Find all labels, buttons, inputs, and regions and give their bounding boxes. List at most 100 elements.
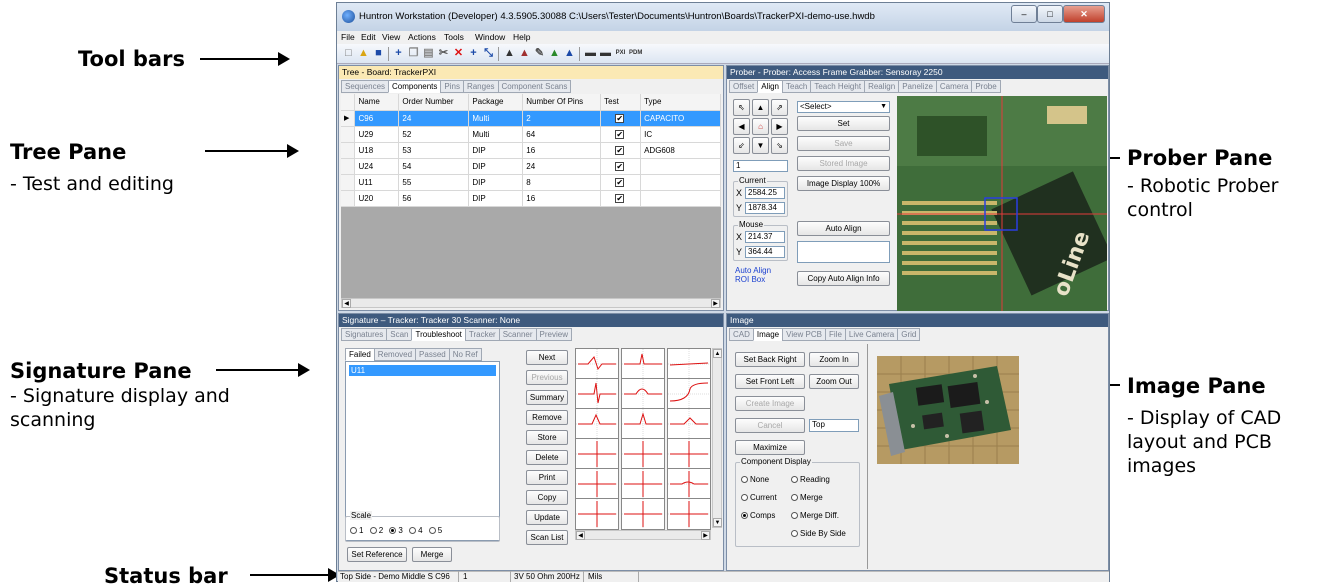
tab-panelize[interactable]: Panelize — [898, 80, 937, 93]
radio-merge-diff[interactable] — [791, 512, 798, 519]
tab-tracker[interactable]: Tracker — [464, 328, 500, 341]
delete-icon[interactable]: ✕ — [452, 47, 465, 60]
menu-file[interactable]: File — [341, 32, 355, 42]
set-button[interactable]: Set — [797, 116, 890, 131]
move-icon[interactable]: ⤡ — [482, 47, 495, 60]
scan-list-button[interactable]: Scan List — [526, 530, 568, 545]
tab-failed[interactable]: Failed — [345, 348, 375, 361]
scale-radio-4[interactable] — [409, 527, 417, 534]
update-button[interactable]: Update — [526, 510, 568, 525]
scroll-left-icon[interactable]: ◀ — [576, 531, 585, 540]
test-checkbox[interactable]: ✔ — [615, 161, 625, 171]
tab-cad[interactable]: CAD — [729, 328, 754, 341]
signature-horizontal-scrollbar[interactable]: ◀ ▶ — [575, 530, 711, 540]
align-select[interactable]: <Select> ▼ — [797, 101, 890, 113]
signature-thumbnail[interactable] — [575, 438, 619, 470]
menu-actions[interactable]: Actions — [408, 32, 436, 42]
add-pin-icon[interactable]: + — [467, 47, 480, 60]
zoom-in-button[interactable]: Zoom In — [809, 352, 859, 367]
tab-scanner[interactable]: Scanner — [498, 328, 537, 341]
table-row[interactable]: U18 53 DIP 16 ✔ ADG608 — [341, 142, 721, 159]
scan-icon[interactable]: ▬ — [584, 47, 597, 60]
minimize-button[interactable]: – — [1011, 5, 1037, 23]
tab-file[interactable]: File — [825, 328, 846, 341]
tab-teach-height[interactable]: Teach Height — [810, 80, 866, 93]
merge-button[interactable]: Merge — [412, 547, 452, 562]
signature-thumbnail[interactable] — [575, 408, 619, 440]
tab-sequences[interactable]: Sequences — [341, 80, 390, 93]
menu-help[interactable]: Help — [513, 32, 530, 42]
delete-button[interactable]: Delete — [526, 450, 568, 465]
column-header[interactable]: Order Number — [398, 94, 470, 111]
signature-thumbnail[interactable] — [667, 408, 711, 440]
scale-radio-3[interactable] — [389, 527, 397, 534]
column-header[interactable]: Number Of Pins — [522, 94, 602, 111]
signature-thumbnail[interactable] — [575, 468, 619, 500]
test-checkbox[interactable]: ✔ — [615, 129, 625, 139]
signature-thumbnail[interactable] — [621, 348, 665, 380]
list-item[interactable]: U11 — [349, 365, 496, 376]
tab-passed[interactable]: Passed — [415, 348, 450, 361]
set-back-right-button[interactable]: Set Back Right — [735, 352, 805, 367]
jog-down-right-icon[interactable]: ⇘ — [771, 137, 788, 154]
tab-probe[interactable]: Probe — [971, 80, 1001, 93]
new-icon[interactable]: □ — [342, 47, 355, 60]
radio-side-by-side[interactable] — [791, 530, 798, 537]
table-row[interactable]: U11 55 DIP 8 ✔ — [341, 174, 721, 191]
signature-thumbnail[interactable] — [621, 408, 665, 440]
pdm-icon[interactable]: PDM — [629, 47, 642, 60]
test-checkbox[interactable]: ✔ — [615, 193, 625, 203]
store-button[interactable]: Store — [526, 430, 568, 445]
radio-merge[interactable] — [791, 494, 798, 501]
signature-thumbnail[interactable] — [621, 498, 665, 530]
zoom-out-button[interactable]: Zoom Out — [809, 374, 859, 389]
tab-teach[interactable]: Teach — [782, 80, 812, 93]
jog-down-icon[interactable]: ▼ — [752, 137, 769, 154]
column-header[interactable]: Name — [354, 94, 400, 111]
copy-button[interactable]: Copy — [526, 490, 568, 505]
probe-home-icon[interactable]: ▲ — [518, 47, 531, 60]
horizontal-scrollbar[interactable]: ◀ ▶ — [341, 298, 721, 308]
cut-icon[interactable]: ✂ — [437, 47, 450, 60]
scale-radio-5[interactable] — [428, 527, 436, 534]
home-icon[interactable]: ⌂ — [752, 118, 769, 135]
remove-button[interactable]: Remove — [526, 410, 568, 425]
signature-thumbnail[interactable] — [667, 378, 711, 410]
step-size-input[interactable]: 1 — [733, 160, 788, 172]
scan-all-icon[interactable]: ▬ — [599, 47, 612, 60]
jog-up-right-icon[interactable]: ⇗ — [771, 99, 788, 116]
maximize-button[interactable]: □ — [1037, 5, 1063, 23]
close-button[interactable]: ✕ — [1063, 5, 1105, 23]
scroll-left-icon[interactable]: ◀ — [342, 299, 351, 308]
probe-icon[interactable]: ▲ — [503, 47, 516, 60]
radio-comps[interactable] — [741, 512, 748, 519]
pcb-image[interactable] — [877, 356, 1019, 464]
tab-align[interactable]: Align — [757, 80, 783, 93]
tab-live-camera[interactable]: Live Camera — [844, 328, 899, 341]
open-folder-icon[interactable]: ▲ — [357, 47, 370, 60]
jog-down-left-icon[interactable]: ⇙ — [733, 137, 750, 154]
tab-troubleshoot[interactable]: Troubleshoot — [411, 328, 466, 341]
column-header[interactable]: Package — [468, 94, 524, 111]
test-checkbox[interactable]: ✔ — [615, 113, 625, 123]
set-reference-button[interactable]: Set Reference — [347, 547, 407, 562]
signature-vertical-scrollbar[interactable]: ▲ ▼ — [712, 348, 722, 528]
signature-thumbnail[interactable] — [621, 468, 665, 500]
menu-tools[interactable]: Tools — [444, 32, 464, 42]
tab-camera[interactable]: Camera — [935, 80, 973, 93]
maximize-image-button[interactable]: Maximize — [735, 440, 805, 455]
scroll-right-icon[interactable]: ▶ — [701, 531, 710, 540]
table-row[interactable]: U24 54 DIP 24 ✔ — [341, 158, 721, 175]
scroll-down-icon[interactable]: ▼ — [713, 518, 722, 527]
tab-image[interactable]: Image — [752, 328, 784, 341]
set-front-left-button[interactable]: Set Front Left — [735, 374, 805, 389]
menu-window[interactable]: Window — [475, 32, 505, 42]
auto-align-button[interactable]: Auto Align — [797, 221, 890, 236]
camera-view[interactable]: oLine — [897, 96, 1107, 311]
signature-thumbnail[interactable] — [575, 348, 619, 380]
previous-button[interactable]: Previous — [526, 370, 568, 385]
jog-up-icon[interactable]: ▲ — [752, 99, 769, 116]
signature-thumbnail[interactable] — [621, 378, 665, 410]
add-icon[interactable]: + — [392, 47, 405, 60]
step-icon[interactable]: ▲ — [563, 47, 576, 60]
